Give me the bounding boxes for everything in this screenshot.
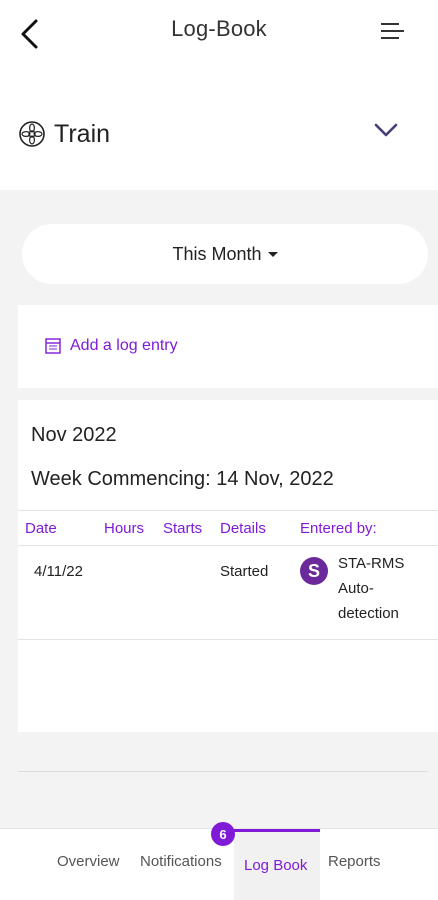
calendar-icon (45, 338, 61, 354)
add-entry-card: Add a log entry (18, 305, 438, 388)
entered-by-name: STA-RMS Auto-detection (338, 555, 405, 622)
tab-reports[interactable]: Reports (328, 853, 381, 870)
asset-name: Train (54, 119, 111, 148)
week-heading: Week Commencing: 14 Nov, 2022 (31, 468, 334, 490)
month-heading: Nov 2022 (31, 424, 117, 446)
column-details: Details (220, 520, 266, 537)
column-entered-by: Entered by: (300, 520, 377, 537)
add-log-entry-link[interactable]: Add a log entry (44, 337, 178, 355)
caret-down-icon (267, 251, 278, 257)
row-details: Started (220, 563, 269, 580)
menu-button[interactable] (378, 20, 408, 44)
tab-log-book[interactable]: Log Book (244, 857, 307, 874)
column-date: Date (25, 520, 57, 537)
add-log-entry-label: Add a log entry (70, 337, 178, 354)
divider (18, 771, 428, 772)
page-title: Log-Book (171, 16, 267, 41)
row-entered-by: S STA-RMS Auto-detection (300, 555, 418, 626)
row-date: 4/11/22 (34, 563, 83, 580)
log-card: Nov 2022 Week Commencing: 14 Nov, 2022 D… (18, 400, 438, 732)
tab-notifications[interactable]: Notifications (140, 853, 222, 870)
table-header: Date Hours Starts Details Entered by: (18, 510, 438, 546)
wheel-icon (19, 121, 45, 147)
column-starts: Starts (163, 520, 203, 537)
table-row[interactable]: 4/11/22 Started S STA-RMS Auto-detection (18, 546, 438, 640)
column-hours: Hours (104, 520, 145, 537)
period-label: This Month (172, 243, 262, 264)
tab-overview[interactable]: Overview (57, 853, 120, 870)
active-tab-indicator (234, 829, 320, 832)
period-dropdown[interactable]: This Month (22, 224, 428, 284)
asset-selector[interactable]: Train (18, 116, 408, 152)
avatar: S (300, 557, 328, 585)
top-bar: Log-Book Train (0, 0, 438, 190)
menu-icon (381, 23, 404, 39)
notification-badge: 6 (211, 822, 235, 846)
chevron-down-icon[interactable] (372, 118, 400, 142)
